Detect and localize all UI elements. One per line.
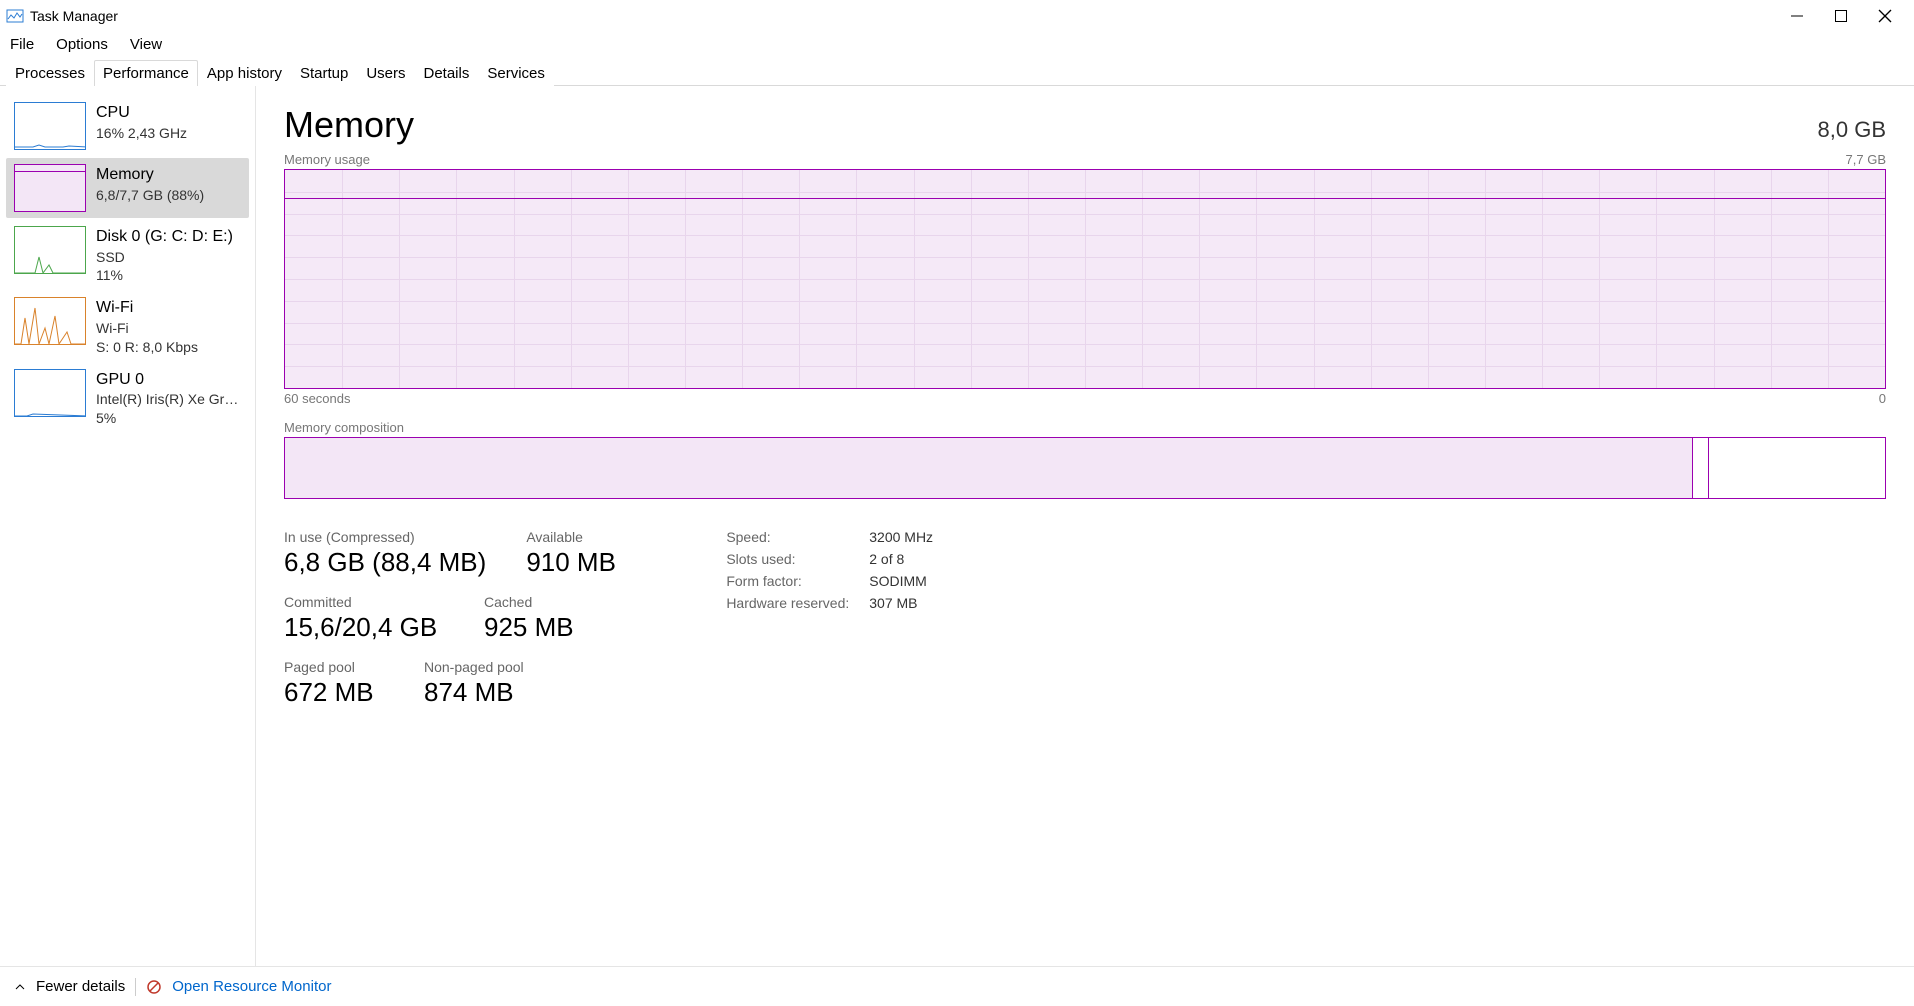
- gpu-sub2: 5%: [96, 409, 245, 428]
- memory-title: Memory: [96, 164, 204, 186]
- wifi-text: Wi-Fi Wi-Fi S: 0 R: 8,0 Kbps: [96, 297, 198, 356]
- sidebar-item-disk[interactable]: Disk 0 (G: C: D: E:) SSD 11%: [0, 220, 255, 291]
- committed-value: 15,6/20,4 GB: [284, 612, 444, 643]
- main-panel: Memory 8,0 GB Memory usage 7,7 GB 60 sec…: [256, 86, 1914, 966]
- wifi-thumb-icon: [14, 297, 86, 345]
- specs: Speed: 3200 MHz Slots used: 2 of 8 Form …: [726, 529, 933, 611]
- minimize-button[interactable]: [1788, 7, 1806, 25]
- nonpaged-value: 874 MB: [424, 677, 564, 708]
- cpu-text: CPU 16% 2,43 GHz: [96, 102, 187, 142]
- content: CPU 16% 2,43 GHz Memory 6,8/7,7 GB (88%): [0, 86, 1914, 966]
- fewer-details-link[interactable]: Fewer details: [36, 978, 125, 995]
- comp-inuse: [285, 438, 1693, 498]
- slots-label: Slots used:: [726, 551, 849, 567]
- tabs: Processes Performance App history Startu…: [0, 59, 1914, 86]
- stats: In use (Compressed) 6,8 GB (88,4 MB) Ava…: [284, 529, 1886, 708]
- memory-text: Memory 6,8/7,7 GB (88%): [96, 164, 204, 204]
- available-value: 910 MB: [526, 547, 666, 578]
- tab-app-history[interactable]: App history: [198, 60, 291, 86]
- open-resource-monitor-link[interactable]: Open Resource Monitor: [172, 978, 331, 995]
- nonpaged-label: Non-paged pool: [424, 659, 564, 675]
- memory-sub: 6,8/7,7 GB (88%): [96, 186, 204, 205]
- memory-usage-chart[interactable]: [284, 169, 1886, 389]
- inuse-value: 6,8 GB (88,4 MB): [284, 547, 486, 578]
- memory-thumb-icon: [14, 164, 86, 212]
- menu-options[interactable]: Options: [56, 36, 108, 53]
- comp-free: [1709, 438, 1885, 498]
- usage-line: [285, 198, 1885, 199]
- wifi-sub2: S: 0 R: 8,0 Kbps: [96, 338, 198, 357]
- menu-file[interactable]: File: [10, 36, 34, 53]
- tab-processes[interactable]: Processes: [6, 60, 94, 86]
- close-button[interactable]: [1876, 7, 1894, 25]
- tab-users[interactable]: Users: [357, 60, 414, 86]
- gpu-title: GPU 0: [96, 369, 245, 391]
- paged-label: Paged pool: [284, 659, 384, 675]
- speed-value: 3200 MHz: [869, 529, 933, 545]
- tab-performance[interactable]: Performance: [94, 60, 198, 86]
- speed-label: Speed:: [726, 529, 849, 545]
- window-title: Task Manager: [30, 8, 118, 24]
- form-label: Form factor:: [726, 573, 849, 589]
- tab-startup[interactable]: Startup: [291, 60, 357, 86]
- slots-value: 2 of 8: [869, 551, 933, 567]
- disk-title: Disk 0 (G: C: D: E:): [96, 226, 233, 248]
- paged-value: 672 MB: [284, 677, 384, 708]
- committed-label: Committed: [284, 594, 444, 610]
- usage-label-row: Memory usage 7,7 GB: [284, 152, 1886, 167]
- title-left: Task Manager: [6, 7, 118, 25]
- cpu-thumb-icon: [14, 102, 86, 150]
- sidebar-item-cpu[interactable]: CPU 16% 2,43 GHz: [0, 96, 255, 156]
- axis-left: 60 seconds: [284, 391, 351, 406]
- cpu-title: CPU: [96, 102, 187, 124]
- maximize-button[interactable]: [1832, 7, 1850, 25]
- form-value: SODIMM: [869, 573, 933, 589]
- disk-text: Disk 0 (G: C: D: E:) SSD 11%: [96, 226, 233, 285]
- disk-sub1: SSD: [96, 248, 233, 267]
- wifi-title: Wi-Fi: [96, 297, 198, 319]
- stats-left: In use (Compressed) 6,8 GB (88,4 MB) Ava…: [284, 529, 666, 708]
- cpu-sub: 16% 2,43 GHz: [96, 124, 187, 143]
- cached-value: 925 MB: [484, 612, 624, 643]
- memory-composition-chart[interactable]: [284, 437, 1886, 499]
- heading-row: Memory 8,0 GB: [284, 104, 1886, 146]
- app-icon: [6, 7, 24, 25]
- footer: Fewer details Open Resource Monitor: [0, 966, 1914, 1006]
- usage-label-left: Memory usage: [284, 152, 370, 167]
- resource-monitor-icon: [146, 979, 162, 995]
- comp-modified: [1693, 438, 1709, 498]
- gpu-text: GPU 0 Intel(R) Iris(R) Xe Grap... 5%: [96, 369, 245, 428]
- tab-details[interactable]: Details: [415, 60, 479, 86]
- inuse-label: In use (Compressed): [284, 529, 486, 545]
- comp-label-row: Memory composition: [284, 420, 1886, 435]
- menubar: File Options View: [0, 32, 1914, 59]
- hw-label: Hardware reserved:: [726, 595, 849, 611]
- axis-row: 60 seconds 0: [284, 391, 1886, 406]
- titlebar: Task Manager: [0, 0, 1914, 32]
- page-title: Memory: [284, 104, 414, 146]
- gpu-sub1: Intel(R) Iris(R) Xe Grap...: [96, 390, 245, 409]
- cached-label: Cached: [484, 594, 624, 610]
- tab-services[interactable]: Services: [478, 60, 554, 86]
- total-memory: 8,0 GB: [1818, 117, 1886, 143]
- sidebar-item-gpu[interactable]: GPU 0 Intel(R) Iris(R) Xe Grap... 5%: [0, 363, 255, 434]
- window-controls: [1788, 7, 1914, 25]
- available-label: Available: [526, 529, 666, 545]
- comp-label: Memory composition: [284, 420, 404, 435]
- wifi-sub1: Wi-Fi: [96, 319, 198, 338]
- hw-value: 307 MB: [869, 595, 933, 611]
- disk-sub2: 11%: [96, 266, 233, 285]
- axis-right: 0: [1879, 391, 1886, 406]
- task-manager-window: Task Manager File Options View Processes…: [0, 0, 1914, 1006]
- menu-view[interactable]: View: [130, 36, 162, 53]
- gpu-thumb-icon: [14, 369, 86, 417]
- disk-thumb-icon: [14, 226, 86, 274]
- chevron-up-icon[interactable]: [14, 981, 26, 993]
- usage-label-right: 7,7 GB: [1846, 152, 1886, 167]
- sidebar: CPU 16% 2,43 GHz Memory 6,8/7,7 GB (88%): [0, 86, 256, 966]
- sidebar-item-memory[interactable]: Memory 6,8/7,7 GB (88%): [6, 158, 249, 218]
- footer-divider: [135, 978, 136, 996]
- sidebar-item-wifi[interactable]: Wi-Fi Wi-Fi S: 0 R: 8,0 Kbps: [0, 291, 255, 362]
